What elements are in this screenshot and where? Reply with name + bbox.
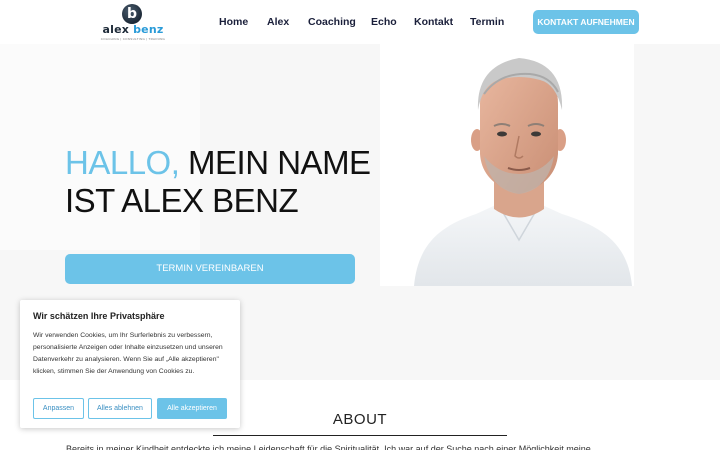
site-logo[interactable]: b alex benz COACHING | CONSULTING | TRAI… (96, 4, 170, 41)
logo-mark-icon: b (122, 4, 142, 24)
cookie-text: Wir verwenden Cookies, um Ihr Surferlebn… (33, 332, 223, 375)
cookie-reject-button[interactable]: Alles ablehnen (88, 398, 152, 419)
portrait-photo (380, 44, 634, 286)
nav-item-alex[interactable]: Alex (267, 14, 289, 30)
cookie-customize-button[interactable]: Anpassen (33, 398, 84, 419)
nav-item-termin[interactable]: Termin (470, 14, 504, 30)
cookie-title: Wir schätzen Ihre Privatsphäre (33, 311, 165, 321)
nav-item-kontakt[interactable]: Kontakt (414, 14, 453, 30)
site-header: b alex benz COACHING | CONSULTING | TRAI… (0, 0, 720, 44)
cookie-accept-button[interactable]: Alle akzeptieren (157, 398, 227, 419)
portrait-illustration (414, 58, 632, 286)
about-text: Bereits in meiner Kindheit entdeckte ich… (66, 444, 591, 450)
about-divider (213, 435, 507, 436)
hero-title: HALLO, MEIN NAME IST ALEX BENZ (65, 144, 371, 219)
nav-item-home[interactable]: Home (219, 14, 248, 30)
logo-tagline: COACHING | CONSULTING | TRAINING (100, 37, 166, 41)
logo-wordmark: alex benz (102, 23, 164, 36)
nav-item-coaching[interactable]: Coaching (308, 14, 356, 30)
nav-item-echo[interactable]: Echo (371, 14, 397, 30)
book-appointment-button[interactable]: TERMIN VEREINBAREN (65, 254, 355, 284)
cookie-consent-banner: Wir schätzen Ihre Privatsphäre Wir verwe… (20, 300, 240, 428)
contact-cta-button[interactable]: KONTAKT AUFNEHMEN (533, 10, 639, 34)
